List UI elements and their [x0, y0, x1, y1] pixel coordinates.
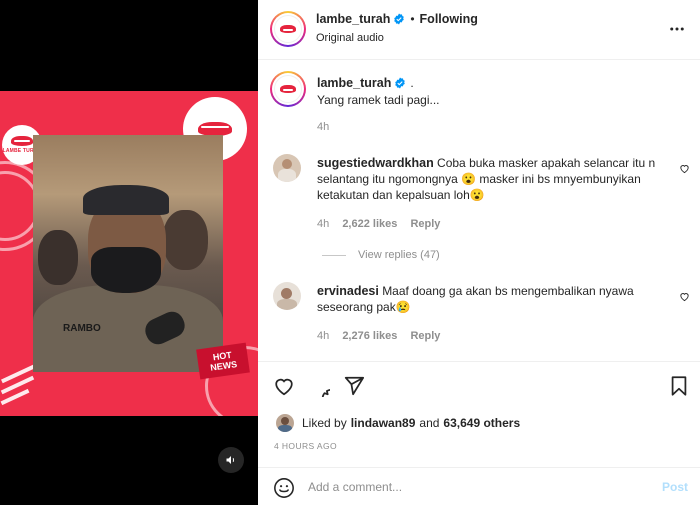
dot-separator: • — [410, 12, 415, 26]
post-actions: Liked by lindawan89 and 63,649 others 4 … — [258, 361, 700, 467]
comment-time[interactable]: 4h — [317, 330, 329, 342]
caption-suffix: . — [410, 76, 414, 90]
likes-summary: Liked by lindawan89 and 63,649 others — [276, 414, 520, 432]
liker-avatar[interactable] — [276, 414, 294, 432]
post-sidebar: lambe_turah • Following Original audio l… — [258, 0, 700, 505]
mute-button[interactable] — [218, 447, 244, 473]
caption-avatar[interactable] — [270, 71, 306, 107]
lips-logo-icon — [198, 122, 232, 136]
caption-username[interactable]: lambe_turah — [317, 76, 391, 90]
comment-like-heart-icon[interactable] — [679, 291, 690, 302]
lips-logo-icon — [11, 136, 33, 146]
comment-username[interactable]: sugestiedwardkhan — [317, 156, 434, 170]
likes-others[interactable]: 63,649 others — [443, 416, 520, 430]
comment-meta: 4h 2,276 likes Reply — [317, 330, 440, 342]
face-mask — [91, 247, 161, 293]
send-icon[interactable] — [343, 375, 365, 397]
replies-divider — [322, 254, 346, 256]
view-replies-button[interactable]: View replies (47) — [322, 249, 440, 261]
background-person — [38, 230, 78, 285]
comment-meta: 4h 2,622 likes Reply — [317, 218, 440, 230]
background-person — [163, 210, 208, 270]
post-button[interactable]: Post — [662, 480, 688, 494]
comment-likes[interactable]: 2,622 likes — [342, 218, 397, 230]
comment-input[interactable] — [308, 478, 628, 496]
lips-logo-icon — [280, 25, 296, 33]
comment-like-heart-icon[interactable] — [679, 163, 690, 174]
likes-prefix: Liked by — [302, 416, 347, 430]
speaker-icon — [226, 456, 234, 464]
verified-badge-icon — [394, 13, 405, 25]
comment-avatar[interactable] — [273, 154, 301, 182]
following-button[interactable]: Following — [420, 12, 478, 26]
caption-text: Yang ramek tadi pagi... — [317, 93, 440, 107]
comment-avatar[interactable] — [273, 282, 301, 310]
comments-list[interactable]: lambe_turah . Yang ramek tadi pagi... 4h… — [258, 60, 700, 360]
comment-body: sugestiedwardkhan Coba buka masker apaka… — [317, 155, 662, 203]
comment-time[interactable]: 4h — [317, 218, 329, 230]
comment-icon[interactable] — [308, 375, 330, 397]
uniform — [33, 285, 223, 372]
author-avatar[interactable] — [270, 11, 306, 47]
verified-badge-icon — [395, 77, 406, 89]
emoji-icon[interactable] — [273, 477, 295, 499]
view-replies-label: View replies (47) — [358, 249, 440, 261]
comment-body: ervinadesi Maaf doang ga akan bs mengemb… — [317, 283, 662, 315]
lips-logo-icon — [280, 85, 296, 93]
media-pane: LAMBE TURAH RAMBO HOT NEWS — [0, 0, 258, 505]
caption-time[interactable]: 4h — [317, 121, 329, 133]
post-header: lambe_turah • Following Original audio — [258, 0, 700, 60]
more-horizontal-icon[interactable] — [668, 20, 686, 38]
heart-icon[interactable] — [273, 375, 295, 397]
video-still: RAMBO — [33, 135, 223, 372]
comment-username[interactable]: ervinadesi — [317, 284, 379, 298]
reply-button[interactable]: Reply — [410, 330, 440, 342]
liker-username[interactable]: lindawan89 — [351, 416, 416, 430]
audio-label[interactable]: Original audio — [316, 32, 384, 44]
bookmark-icon[interactable] — [668, 375, 690, 397]
nameplate: RAMBO — [63, 323, 101, 334]
reply-button[interactable]: Reply — [410, 218, 440, 230]
post-timestamp[interactable]: 4 HOURS AGO — [274, 441, 337, 451]
author-username[interactable]: lambe_turah — [316, 12, 390, 26]
comment-composer: Post — [258, 467, 700, 505]
subject-cap — [83, 185, 169, 215]
comment-likes[interactable]: 2,276 likes — [342, 330, 397, 342]
likes-and: and — [419, 416, 440, 430]
